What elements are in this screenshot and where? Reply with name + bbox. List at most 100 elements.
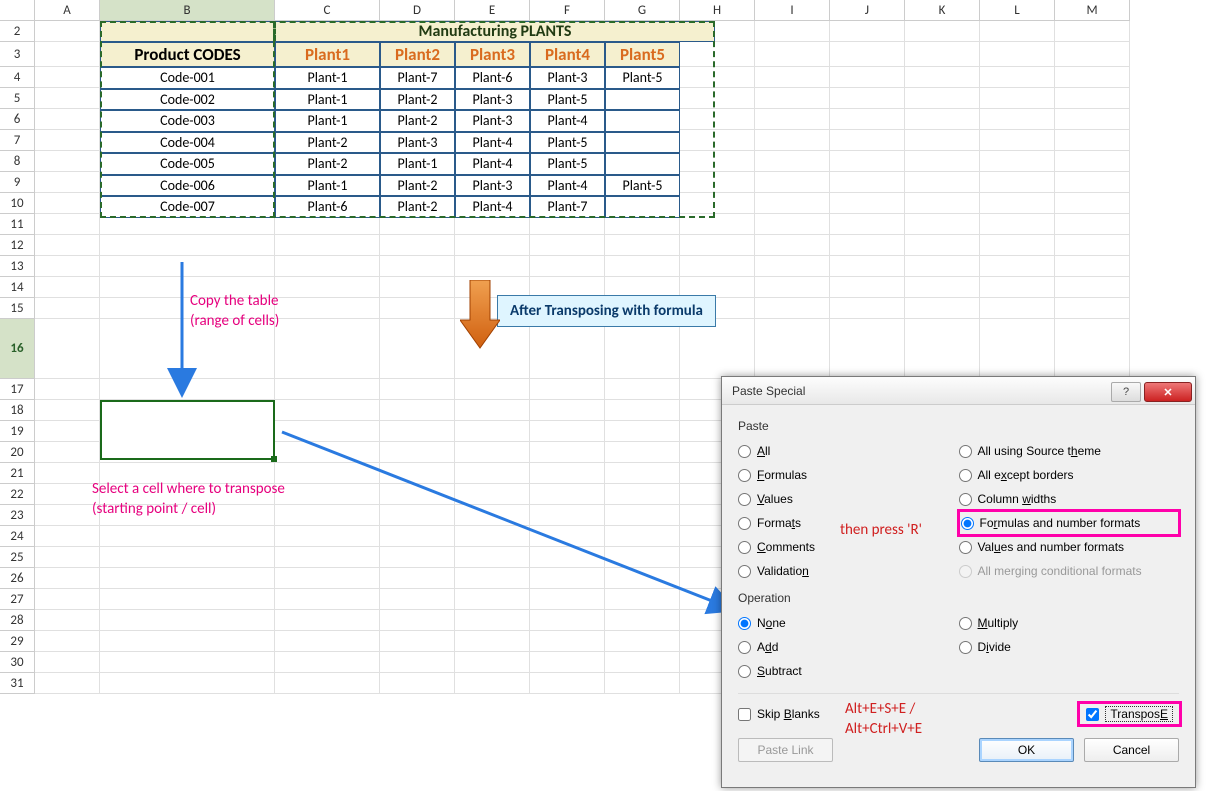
- cell-k5[interactable]: [905, 88, 980, 109]
- cell-f22[interactable]: [530, 484, 605, 505]
- dialog-help-button[interactable]: ?: [1111, 382, 1141, 402]
- cell-plant[interactable]: Plant-1: [275, 110, 380, 132]
- cell-i6[interactable]: [755, 109, 830, 130]
- cell-g13[interactable]: [605, 256, 680, 277]
- cell-m6[interactable]: [1055, 109, 1130, 130]
- cell-h12[interactable]: [680, 235, 755, 256]
- cell-m16[interactable]: [1055, 319, 1130, 379]
- cell-l2[interactable]: [980, 21, 1055, 42]
- cell-l3[interactable]: [980, 42, 1055, 67]
- cell-b28[interactable]: [100, 610, 275, 631]
- cell-code[interactable]: Code-006: [100, 175, 275, 197]
- cell-m15[interactable]: [1055, 298, 1130, 319]
- cell-d31[interactable]: [380, 673, 455, 694]
- cell-a11[interactable]: [35, 214, 100, 235]
- cell-a3[interactable]: [35, 42, 100, 67]
- radio-subtract[interactable]: [738, 665, 751, 678]
- cell-k12[interactable]: [905, 235, 980, 256]
- cell-g12[interactable]: [605, 235, 680, 256]
- cell-plant[interactable]: Plant-3: [455, 110, 530, 132]
- cell-k11[interactable]: [905, 214, 980, 235]
- cell-plant[interactable]: Plant-1: [275, 89, 380, 111]
- cell-e29[interactable]: [455, 631, 530, 652]
- cell-a31[interactable]: [35, 673, 100, 694]
- cell-c13[interactable]: [275, 256, 380, 277]
- cell-plant[interactable]: [605, 153, 680, 175]
- cell-g31[interactable]: [605, 673, 680, 694]
- cell-b25[interactable]: [100, 547, 275, 568]
- row-header-18[interactable]: 18: [0, 400, 35, 421]
- cell-m13[interactable]: [1055, 256, 1130, 277]
- radio-none[interactable]: [738, 617, 751, 630]
- cell-f18[interactable]: [530, 400, 605, 421]
- row-header-5[interactable]: 5: [0, 88, 35, 109]
- cell-a16[interactable]: [35, 319, 100, 379]
- cell-a19[interactable]: [35, 421, 100, 442]
- row-header-10[interactable]: 10: [0, 193, 35, 214]
- cell-h13[interactable]: [680, 256, 755, 277]
- cell-l8[interactable]: [980, 151, 1055, 172]
- cell-d26[interactable]: [380, 568, 455, 589]
- cell-i14[interactable]: [755, 277, 830, 298]
- cell-c18[interactable]: [275, 400, 380, 421]
- cell-i12[interactable]: [755, 235, 830, 256]
- cell-j9[interactable]: [830, 172, 905, 193]
- cell-j13[interactable]: [830, 256, 905, 277]
- cell-e31[interactable]: [455, 673, 530, 694]
- cell-g20[interactable]: [605, 442, 680, 463]
- cell-c14[interactable]: [275, 277, 380, 298]
- cell-l11[interactable]: [980, 214, 1055, 235]
- row-header-24[interactable]: 24: [0, 526, 35, 547]
- cell-d24[interactable]: [380, 526, 455, 547]
- column-header-a[interactable]: A: [35, 0, 100, 21]
- radio-multiply[interactable]: [959, 617, 972, 630]
- cell-a12[interactable]: [35, 235, 100, 256]
- cell-plant[interactable]: Plant-3: [455, 175, 530, 197]
- row-header-3[interactable]: 3: [0, 42, 35, 67]
- cell-e27[interactable]: [455, 589, 530, 610]
- cell-plant[interactable]: Plant-6: [275, 196, 380, 218]
- cell-d22[interactable]: [380, 484, 455, 505]
- cell-c30[interactable]: [275, 652, 380, 673]
- cell-j11[interactable]: [830, 214, 905, 235]
- cancel-button[interactable]: Cancel: [1084, 738, 1179, 762]
- cell-m14[interactable]: [1055, 277, 1130, 298]
- cell-l14[interactable]: [980, 277, 1055, 298]
- cell-d13[interactable]: [380, 256, 455, 277]
- cell-f23[interactable]: [530, 505, 605, 526]
- radio-formulas-and-number-formats[interactable]: [961, 517, 974, 530]
- dialog-titlebar[interactable]: Paste Special ? ✕: [722, 377, 1195, 405]
- column-header-l[interactable]: L: [980, 0, 1055, 21]
- row-header-8[interactable]: 8: [0, 151, 35, 172]
- cell-plant[interactable]: Plant-3: [530, 67, 605, 89]
- cell-g24[interactable]: [605, 526, 680, 547]
- cell-c22[interactable]: [275, 484, 380, 505]
- cell-d18[interactable]: [380, 400, 455, 421]
- cell-a7[interactable]: [35, 130, 100, 151]
- cell-l6[interactable]: [980, 109, 1055, 130]
- cell-l9[interactable]: [980, 172, 1055, 193]
- cell-f25[interactable]: [530, 547, 605, 568]
- cell-c17[interactable]: [275, 379, 380, 400]
- cell-m7[interactable]: [1055, 130, 1130, 151]
- cell-plant[interactable]: [605, 110, 680, 132]
- cell-j14[interactable]: [830, 277, 905, 298]
- cell-a8[interactable]: [35, 151, 100, 172]
- cell-l12[interactable]: [980, 235, 1055, 256]
- cell-a22[interactable]: [35, 484, 100, 505]
- radio-column-widths[interactable]: [959, 493, 972, 506]
- cell-i16[interactable]: [755, 319, 830, 379]
- row-header-9[interactable]: 9: [0, 172, 35, 193]
- cell-k7[interactable]: [905, 130, 980, 151]
- cell-b17[interactable]: [100, 379, 275, 400]
- cell-code[interactable]: Code-003: [100, 110, 275, 132]
- cell-f28[interactable]: [530, 610, 605, 631]
- cell-i3[interactable]: [755, 42, 830, 67]
- cell-code[interactable]: Code-005: [100, 153, 275, 175]
- cell-f27[interactable]: [530, 589, 605, 610]
- cell-plant[interactable]: [605, 132, 680, 154]
- cell-e19[interactable]: [455, 421, 530, 442]
- cell-a10[interactable]: [35, 193, 100, 214]
- radio-formats[interactable]: [738, 517, 751, 530]
- cell-d30[interactable]: [380, 652, 455, 673]
